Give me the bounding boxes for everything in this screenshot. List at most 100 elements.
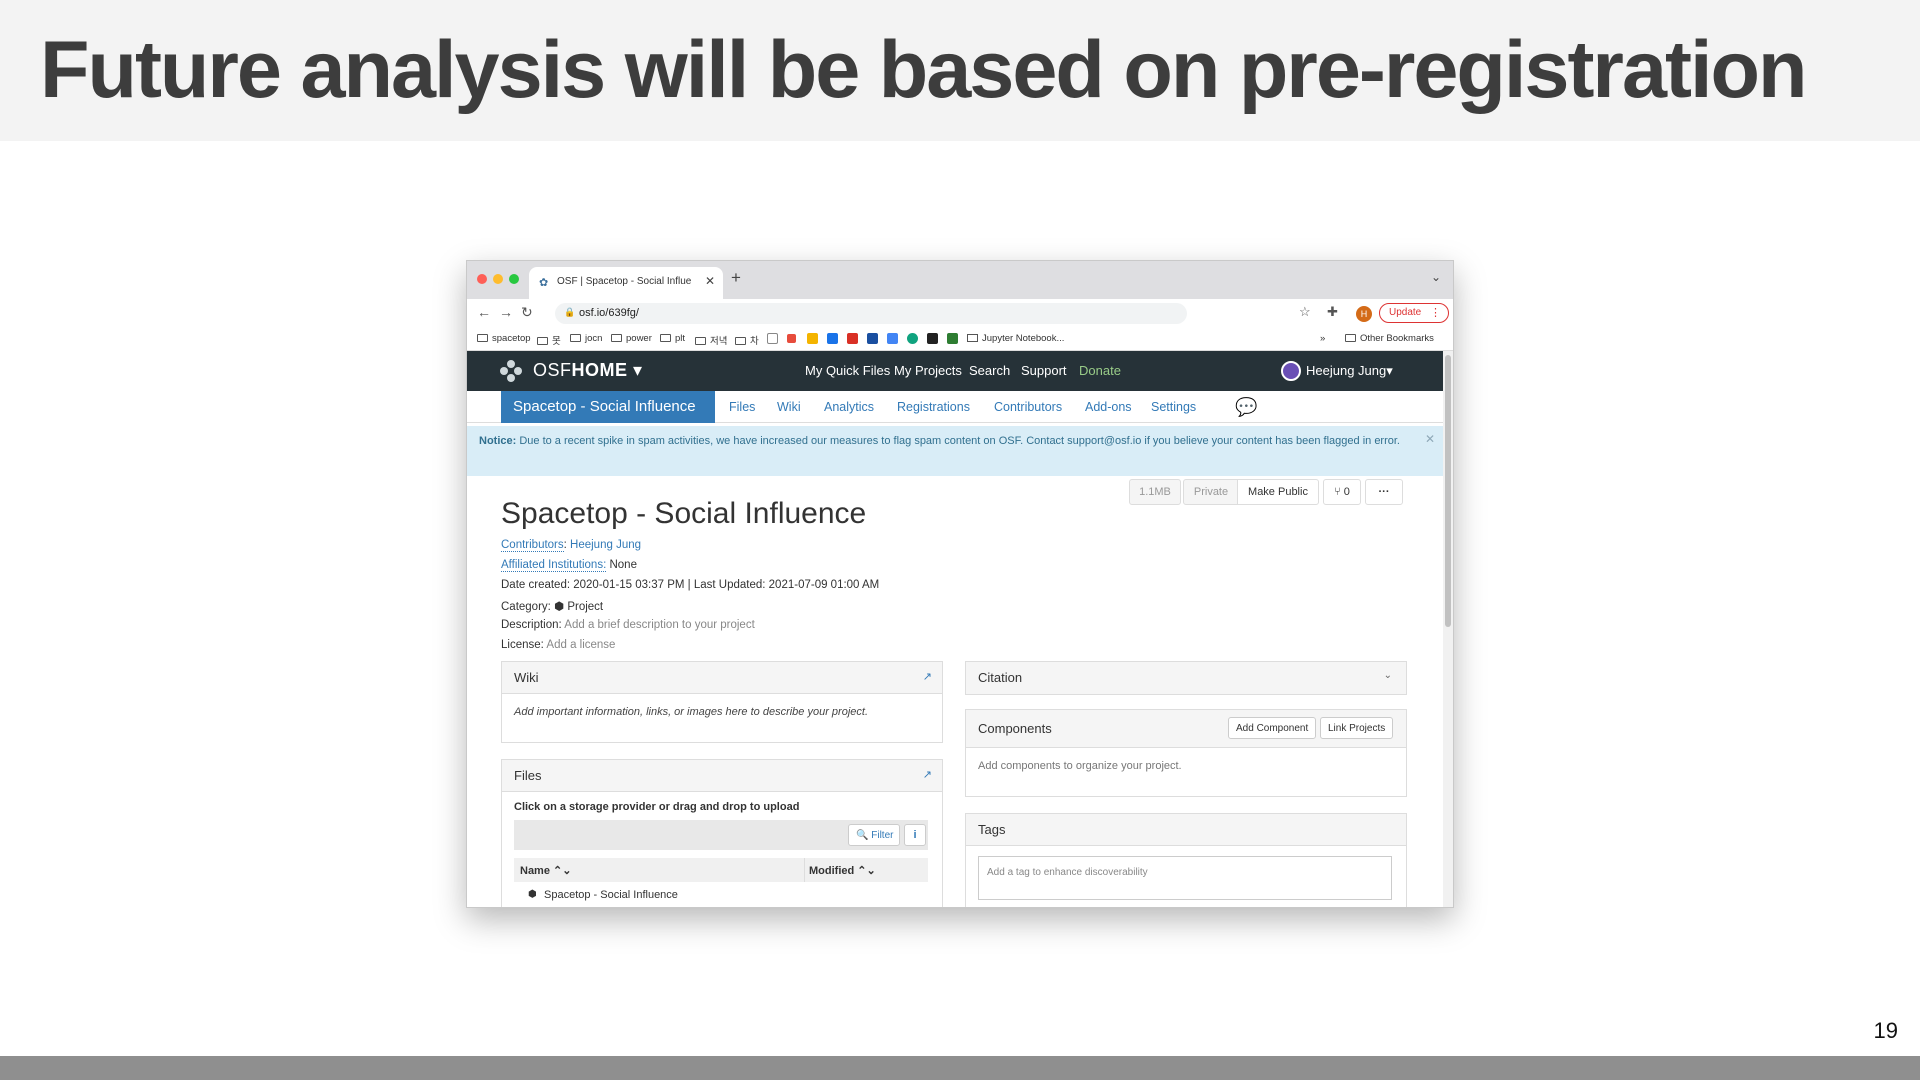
license-line: License: Add a license <box>501 639 615 651</box>
bookmarks-overflow-icon[interactable]: » <box>1320 333 1325 344</box>
column-name[interactable]: Name ⌃⌄ <box>520 864 571 877</box>
bookmark-folder[interactable]: jocn <box>570 333 602 344</box>
folder-icon <box>537 337 548 345</box>
tag-input[interactable]: Add a tag to enhance discoverability <box>978 856 1392 900</box>
url-text: osf.io/639fg/ <box>579 307 639 319</box>
external-link-icon[interactable]: ↗ <box>923 768 932 781</box>
bookmark-folder[interactable]: 차 <box>735 333 759 347</box>
close-icon[interactable]: ✕ <box>1425 432 1435 447</box>
nav-my-quick-files[interactable]: My Quick Files <box>805 363 890 378</box>
bookmark-folder[interactable]: 못 <box>537 333 561 347</box>
components-panel: Components Add Component Link Projects A… <box>965 709 1407 797</box>
drive-icon[interactable] <box>807 333 818 344</box>
bookmark-folder[interactable]: plt <box>660 333 685 344</box>
project-link-registrations[interactable]: Registrations <box>897 400 970 414</box>
bookmark-site-icon[interactable] <box>907 333 918 344</box>
profile-avatar[interactable]: H <box>1356 306 1372 322</box>
project-link-addons[interactable]: Add-ons <box>1085 400 1132 414</box>
folder-icon <box>735 337 746 345</box>
bookmark-site-icon[interactable] <box>767 333 778 344</box>
maximize-window-button[interactable] <box>509 274 519 284</box>
osf-home-menu[interactable]: OSFHOME ▾ <box>533 360 643 381</box>
bookmark-label: plt <box>675 333 686 344</box>
osf-logo-icon[interactable] <box>499 359 523 383</box>
browser-tab[interactable]: ✿ OSF | Spacetop - Social Influe ✕ <box>529 267 723 299</box>
project-link-wiki[interactable]: Wiki <box>777 400 801 414</box>
caret-down-icon: ▾ <box>633 360 643 380</box>
bookmark-folder[interactable]: spacetop <box>477 333 531 344</box>
column-modified-label: Modified <box>809 865 855 877</box>
citation-panel[interactable]: Citation ⌄ <box>965 661 1407 695</box>
bookmark-site-icon[interactable] <box>867 333 878 344</box>
chevron-down-icon[interactable]: ⌄ <box>1431 270 1441 284</box>
filter-button[interactable]: 🔍 Filter <box>848 824 900 846</box>
chevron-down-icon[interactable]: ⌄ <box>1384 670 1392 681</box>
title-band: Future analysis will be based on pre-reg… <box>0 0 1920 141</box>
project-link-settings[interactable]: Settings <box>1151 400 1196 414</box>
fork-button[interactable]: ⑂ 0 <box>1323 479 1361 505</box>
comments-icon[interactable]: 💬 <box>1235 397 1257 418</box>
forward-icon[interactable]: → <box>499 304 513 320</box>
info-button[interactable]: i <box>904 824 926 846</box>
cube-icon: ⬢ <box>554 601 565 613</box>
scrollbar-thumb[interactable] <box>1445 355 1451 627</box>
reload-icon[interactable]: ↻ <box>521 304 533 321</box>
bookmark-jupyter[interactable]: Jupyter Notebook... <box>967 333 1064 344</box>
contributor-name[interactable]: Heejung Jung <box>570 539 641 551</box>
outlook-icon[interactable] <box>827 333 838 344</box>
sort-arrows-icon[interactable]: ⌃⌄ <box>553 865 571 877</box>
project-title-tab[interactable]: Spacetop - Social Influence <box>501 391 715 423</box>
calendar-icon[interactable] <box>887 333 898 344</box>
citation-panel-header[interactable]: Citation ⌄ <box>966 662 1406 694</box>
affiliated-link[interactable]: Affiliated Institutions: <box>501 559 607 572</box>
close-window-button[interactable] <box>477 274 487 284</box>
bookmark-folder[interactable]: power <box>611 333 652 344</box>
slide-title: Future analysis will be based on pre-reg… <box>40 25 1807 115</box>
nav-my-projects[interactable]: My Projects <box>894 363 962 378</box>
citation-title: Citation <box>978 670 1023 685</box>
update-button[interactable]: Update ⋮ <box>1379 303 1449 323</box>
minimize-window-button[interactable] <box>493 274 503 284</box>
nav-search[interactable]: Search <box>969 363 1010 378</box>
user-menu[interactable]: Heejung Jung▾ <box>1306 363 1393 379</box>
bookmark-label: Other Bookmarks <box>1360 333 1434 344</box>
url-field[interactable]: 🔒 osf.io/639fg/ <box>555 303 1187 324</box>
add-component-button[interactable]: Add Component <box>1228 717 1317 739</box>
column-modified[interactable]: Modified ⌃⌄ <box>804 858 876 882</box>
bookmark-folder[interactable]: 저녁 <box>695 333 727 347</box>
bookmark-site-icon[interactable] <box>787 334 796 343</box>
back-icon[interactable]: ← <box>477 304 491 320</box>
user-avatar[interactable] <box>1281 361 1301 381</box>
more-options-button[interactable]: ··· <box>1365 479 1403 505</box>
bookmark-site-icon[interactable] <box>947 333 958 344</box>
project-link-analytics[interactable]: Analytics <box>824 400 874 414</box>
nav-donate[interactable]: Donate <box>1079 363 1121 378</box>
bookmark-label: power <box>626 333 652 344</box>
contributors-link[interactable]: Contributors <box>501 539 564 552</box>
gmail-icon[interactable] <box>847 333 858 344</box>
extensions-icon[interactable]: ✚ <box>1327 304 1338 320</box>
close-tab-icon[interactable]: ✕ <box>705 274 715 288</box>
private-button[interactable]: Private <box>1183 479 1239 505</box>
project-link-files[interactable]: Files <box>729 400 755 414</box>
tags-title: Tags <box>978 822 1006 837</box>
osf-navbar: OSFHOME ▾ My Quick Files My Projects Sea… <box>467 351 1443 391</box>
sort-arrows-icon[interactable]: ⌃⌄ <box>857 865 875 877</box>
file-row-label: Spacetop - Social Influence <box>544 889 678 901</box>
nytimes-icon[interactable] <box>927 333 938 344</box>
link-projects-button[interactable]: Link Projects <box>1320 717 1394 739</box>
nav-support[interactable]: Support <box>1021 363 1067 378</box>
page-scrollbar[interactable] <box>1443 351 1453 907</box>
slide: Future analysis will be based on pre-reg… <box>0 0 1920 1080</box>
external-link-icon[interactable]: ↗ <box>923 670 932 683</box>
new-tab-icon[interactable]: + <box>731 268 741 288</box>
project-link-contributors[interactable]: Contributors <box>994 400 1062 414</box>
bookmark-star-icon[interactable]: ☆ <box>1299 304 1311 320</box>
affiliated-line: Affiliated Institutions: None <box>501 559 637 572</box>
other-bookmarks[interactable]: Other Bookmarks <box>1345 333 1434 344</box>
make-public-button[interactable]: Make Public <box>1237 479 1319 505</box>
components-body: Add components to organize your project. <box>978 760 1182 772</box>
license-value[interactable]: Add a license <box>546 639 615 651</box>
description-value[interactable]: Add a brief description to your project <box>564 619 755 631</box>
table-row[interactable]: ⬢ Spacetop - Social Influence <box>514 884 928 906</box>
